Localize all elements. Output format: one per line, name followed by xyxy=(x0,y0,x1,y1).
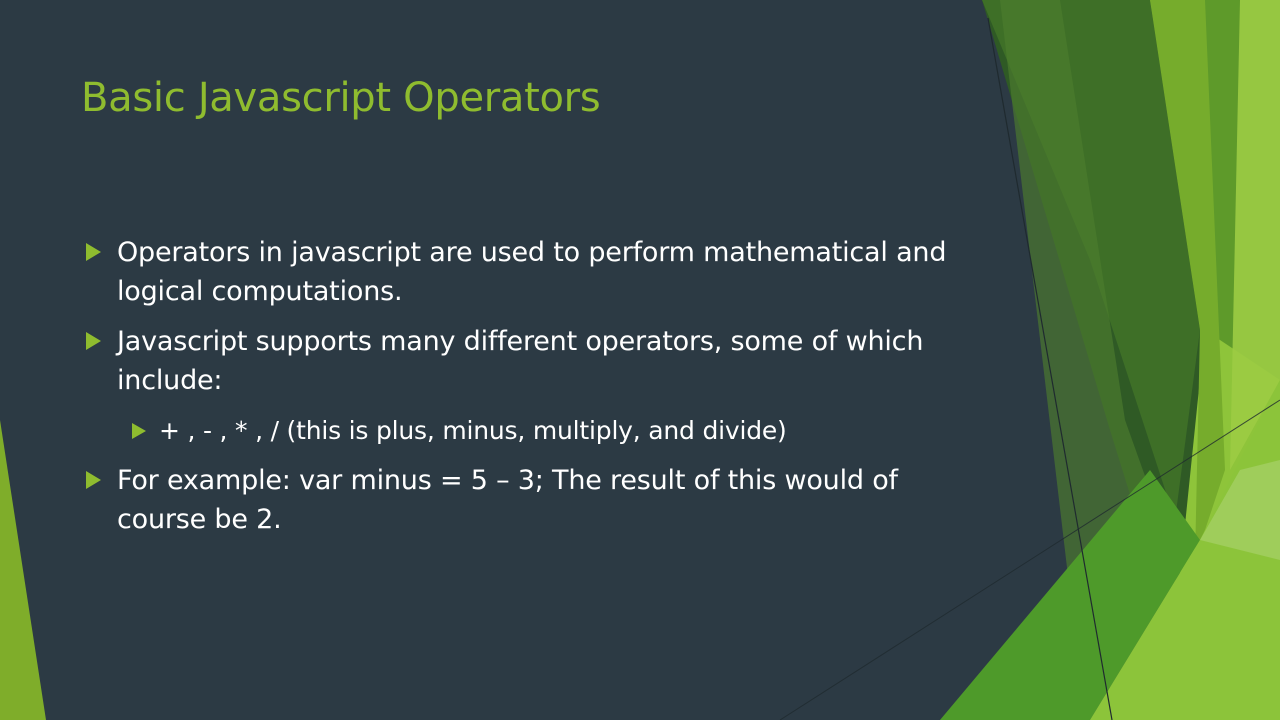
sub-bullet-arrow-icon xyxy=(132,423,146,439)
bullet-text: Javascript supports many different opera… xyxy=(117,326,924,396)
bullet-item: For example: var minus = 5 – 3; The resu… xyxy=(84,461,964,539)
bullet-item: Javascript supports many different opera… xyxy=(84,322,964,400)
bullet-arrow-icon xyxy=(86,471,101,489)
bullet-list: Operators in javascript are used to perf… xyxy=(84,233,964,550)
bullet-text: Operators in javascript are used to perf… xyxy=(117,237,947,307)
sub-bullet-text: + , - , * , / (this is plus, minus, mult… xyxy=(159,416,787,445)
bullet-arrow-icon xyxy=(86,332,101,350)
slide-title: Basic Javascript Operators xyxy=(81,75,601,121)
bullet-text: For example: var minus = 5 – 3; The resu… xyxy=(117,465,898,535)
bullet-arrow-icon xyxy=(86,243,101,261)
bullet-item: Operators in javascript are used to perf… xyxy=(84,233,964,311)
sub-bullet-item: + , - , * , / (this is plus, minus, mult… xyxy=(132,411,964,450)
slide: Basic Javascript Operators Operators in … xyxy=(0,0,1280,720)
left-sliver-shape xyxy=(0,420,46,720)
